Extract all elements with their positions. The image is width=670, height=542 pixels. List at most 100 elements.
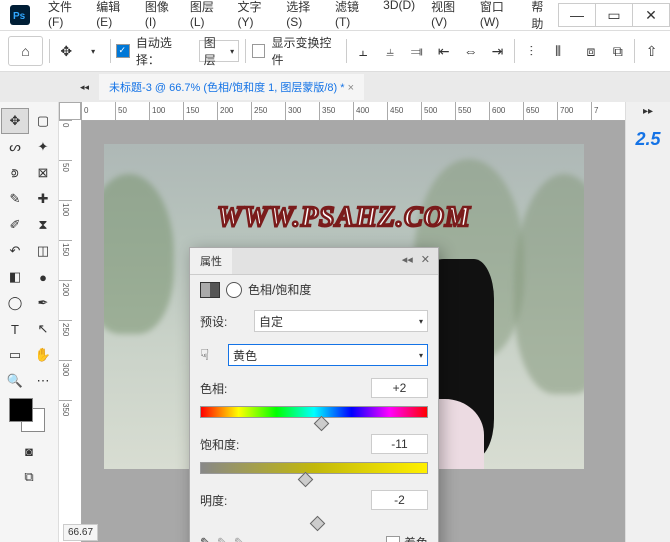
lasso-tool[interactable]: ᔕ xyxy=(1,134,29,160)
align-left-icon[interactable]: ⇤ xyxy=(433,40,454,62)
preset-combo[interactable]: 自定▾ xyxy=(254,310,428,332)
ruler-horizontal: 0501001502002503003504004505005506006507… xyxy=(81,102,625,121)
toolbox: ✥▢ ᔕ✦ ⟄⊠ ✎✚ ✐⧗ ↶◫ ◧● ◯✒ T↖ ▭✋ 🔍⋯ ◙ ⧉ xyxy=(0,102,59,542)
sat-label: 饱和度: xyxy=(200,436,248,453)
move-tool[interactable]: ✥ xyxy=(1,108,29,134)
path-select-tool[interactable]: ↖ xyxy=(29,316,57,342)
hue-slider[interactable] xyxy=(200,420,428,428)
menu-select[interactable]: 选择(S) xyxy=(278,0,327,38)
zoom-readout[interactable]: 66.67 xyxy=(63,524,98,541)
brush-tool[interactable]: ✐ xyxy=(1,212,29,238)
badge-value: 2.5 xyxy=(635,121,660,158)
heal-tool[interactable]: ✚ xyxy=(29,186,57,212)
mask-icon[interactable] xyxy=(226,282,242,298)
menu-window[interactable]: 窗口(W) xyxy=(472,0,523,38)
move-tool-icon[interactable]: ✥ xyxy=(56,40,77,62)
right-sidebar: ▸▸ 2.5 xyxy=(625,102,670,542)
light-slider[interactable] xyxy=(200,520,428,528)
eyedropper-plus-icon[interactable]: ✎ xyxy=(217,535,228,542)
menu-image[interactable]: 图像(I) xyxy=(137,0,182,38)
align-bottom-icon[interactable]: ⫥ xyxy=(406,40,427,62)
panel-collapse-icon[interactable]: ◂◂ xyxy=(402,253,413,269)
showtransform-label: 显示变换控件 xyxy=(271,34,339,68)
titlebar: Ps 文件(F) 编辑(E) 图像(I) 图层(L) 文字(Y) 选择(S) 滤… xyxy=(0,0,670,31)
quickmask-tool[interactable]: ◙ xyxy=(15,438,43,464)
artboard-icon[interactable]: ⧉ xyxy=(607,40,628,62)
menu-file[interactable]: 文件(F) xyxy=(40,0,88,38)
align-top-icon[interactable]: ⫠ xyxy=(353,40,374,62)
adjustment-icon xyxy=(200,282,220,298)
history-brush-tool[interactable]: ↶ xyxy=(1,238,29,264)
close-button[interactable]: ✕ xyxy=(632,3,670,27)
home-icon[interactable]: ⌂ xyxy=(8,36,43,66)
collapse-icon[interactable]: ◂◂ xyxy=(80,83,89,92)
menu-view[interactable]: 视图(V) xyxy=(423,0,472,38)
autoselect-label: 自动选择： xyxy=(136,34,193,68)
hand-tool[interactable]: ✋ xyxy=(29,342,57,368)
minimize-button[interactable]: — xyxy=(558,3,596,27)
document-tab[interactable]: 未标题-3 @ 66.7% (色相/饱和度 1, 图层蒙版/8) * × xyxy=(99,74,364,100)
color-swatches[interactable] xyxy=(9,398,49,432)
edit-toolbar[interactable]: ⋯ xyxy=(29,368,57,394)
watermark-text: WWW.PSAHZ.COM xyxy=(217,202,471,234)
shape-tool[interactable]: ▭ xyxy=(1,342,29,368)
colorize-checkbox[interactable] xyxy=(386,536,400,542)
channel-combo[interactable]: 黄色▾ xyxy=(228,344,428,366)
sat-slider[interactable] xyxy=(200,476,428,484)
svg-text:Ps: Ps xyxy=(13,11,26,22)
wand-tool[interactable]: ✦ xyxy=(29,134,57,160)
colorize-label: 着色 xyxy=(404,534,428,542)
menu-layer[interactable]: 图层(L) xyxy=(182,0,230,38)
autoselect-checkbox[interactable] xyxy=(116,44,129,58)
maximize-button[interactable]: ▭ xyxy=(595,3,633,27)
align-right-icon[interactable]: ⇥ xyxy=(487,40,508,62)
screenmode-tool[interactable]: ⧉ xyxy=(15,464,43,490)
hue-label: 色相: xyxy=(200,380,248,397)
crop-tool[interactable]: ⟄ xyxy=(1,160,29,186)
marquee-tool[interactable]: ▢ xyxy=(29,108,57,134)
menu-help[interactable]: 帮助 xyxy=(523,0,559,38)
properties-tab[interactable]: 属性 xyxy=(190,248,232,274)
eyedropper-tool[interactable]: ✎ xyxy=(1,186,29,212)
sat-input[interactable]: -11 xyxy=(371,434,428,454)
app-logo: Ps xyxy=(0,0,40,30)
adjustment-name: 色相/饱和度 xyxy=(248,281,311,298)
dodge-tool[interactable]: ◯ xyxy=(1,290,29,316)
zoom-tool[interactable]: 🔍 xyxy=(1,368,29,394)
canvas-area[interactable]: 0501001502002503003504004505005506006507… xyxy=(59,102,625,542)
gradient-tool[interactable]: ◧ xyxy=(1,264,29,290)
menu-type[interactable]: 文字(Y) xyxy=(229,0,278,38)
stamp-tool[interactable]: ⧗ xyxy=(29,212,57,238)
expand-icon[interactable]: ▸▸ xyxy=(643,102,653,121)
distribute2-icon[interactable]: ⫴ xyxy=(548,40,569,62)
align-vcenter-icon[interactable]: ⫨ xyxy=(380,40,401,62)
autoselect-combo[interactable]: 图层▾ xyxy=(199,40,239,62)
share-icon[interactable]: ⇧ xyxy=(641,40,662,62)
blur-tool[interactable]: ● xyxy=(29,264,57,290)
eraser-tool[interactable]: ◫ xyxy=(29,238,57,264)
tab-bar: ◂◂ 未标题-3 @ 66.7% (色相/饱和度 1, 图层蒙版/8) * × xyxy=(0,72,670,102)
hue-input[interactable]: +2 xyxy=(371,378,428,398)
frame-tool[interactable]: ⊠ xyxy=(29,160,57,186)
menu-3d[interactable]: 3D(D) xyxy=(375,0,423,38)
eyedropper-icon[interactable]: ✎ xyxy=(200,535,211,542)
menu-edit[interactable]: 编辑(E) xyxy=(88,0,137,38)
panel-close-icon[interactable]: ✕ xyxy=(421,253,430,269)
finger-icon[interactable]: ☟ xyxy=(200,346,222,364)
tab-close-icon[interactable]: × xyxy=(348,82,354,94)
properties-panel[interactable]: 属性 ◂◂✕ 色相/饱和度 预设: 自定▾ ☟ 黄色▾ 色相:+2 饱和度:-1… xyxy=(189,247,439,542)
distribute-icon[interactable]: ⫶ xyxy=(521,40,542,62)
pen-tool[interactable]: ✒ xyxy=(29,290,57,316)
align-hcenter-icon[interactable]: ⇔ xyxy=(460,40,481,62)
dropdown-icon[interactable]: ▾ xyxy=(83,40,104,62)
3d-mode-icon[interactable]: ⧈ xyxy=(581,40,602,62)
light-input[interactable]: -2 xyxy=(371,490,428,510)
eyedropper-minus-icon[interactable]: ✎ xyxy=(234,535,245,542)
type-tool[interactable]: T xyxy=(1,316,29,342)
ruler-vertical: 050100150200250300350 xyxy=(59,120,82,542)
sat-gradient xyxy=(200,462,428,474)
menu-filter[interactable]: 滤镜(T) xyxy=(327,0,375,38)
showtransform-checkbox[interactable] xyxy=(252,44,265,58)
light-label: 明度: xyxy=(200,492,248,509)
hue-gradient xyxy=(200,406,428,418)
